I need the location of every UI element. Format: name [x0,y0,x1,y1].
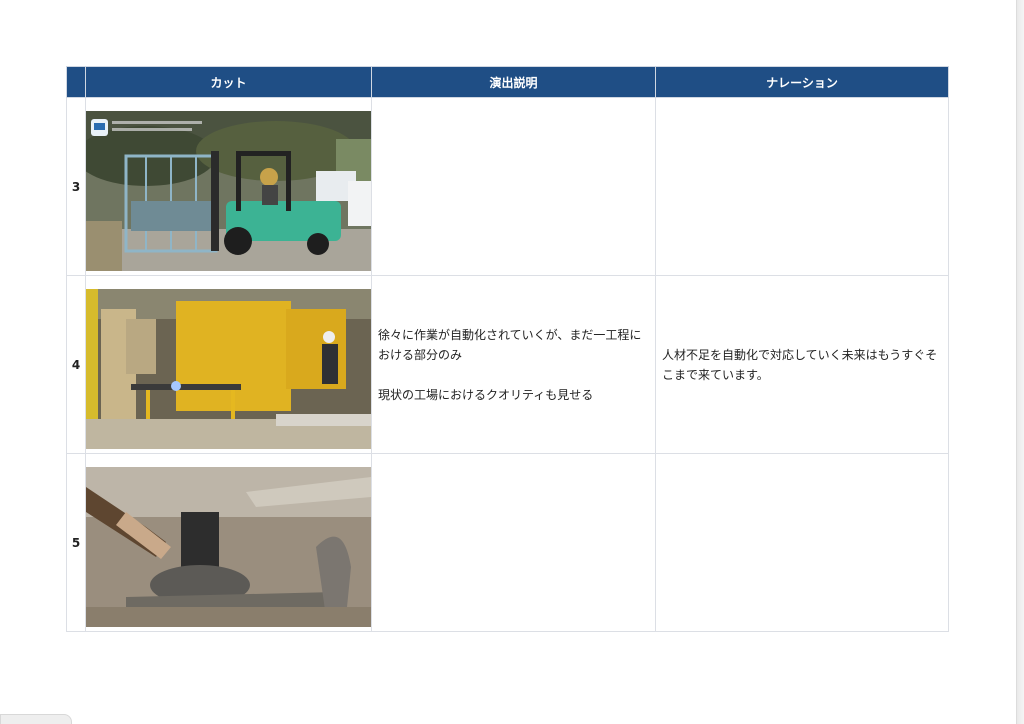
cut-cell [85,97,372,276]
page-tab [0,714,72,724]
narration-cell: 人材不足を自動化で対応していく未来はもうすぐそ こまで来ています。 [655,275,949,454]
header-narration: ナレーション [655,66,949,98]
description-blank-line [378,365,649,385]
narration-line: 人材不足を自動化で対応していく未来はもうすぐそ [662,347,938,362]
table-row: 3 [66,97,949,276]
forklift-photo [86,111,371,271]
description-cell [371,97,656,276]
description-cell [371,453,656,632]
header-number-cell [66,66,86,98]
scrollbar-edge [1016,0,1024,724]
row-number: 5 [66,453,86,632]
description-cell: 徐々に作業が自動化されていくが、まだ一工程に おける部分のみ 現状の工場における… [371,275,656,454]
description-line: 徐々に作業が自動化されていくが、まだ一工程に [378,327,642,342]
cut-cell [85,453,372,632]
description-line: おける部分のみ [378,347,463,362]
table-row: 5 [66,453,949,632]
storyboard-table: カット 演出説明 ナレーション 3 4 徐々に作業が自動化されていくが、まだ一工… [66,66,949,632]
row-number: 3 [66,97,86,276]
header-row: カット 演出説明 ナレーション [66,66,949,98]
cut-cell [85,275,372,454]
table-row: 4 徐々に作業が自動化されていくが、まだ一工程に おける部分のみ 現状の工場にお… [66,275,949,454]
row-number: 4 [66,275,86,454]
robot-welding-photo [86,289,371,449]
narration-line: こまで来ています。 [662,367,769,382]
document-page: カット 演出説明 ナレーション 3 4 徐々に作業が自動化されていくが、まだ一工… [0,0,1024,724]
narration-cell [655,97,949,276]
welding-closeup-photo [86,467,371,627]
description-line: 現状の工場におけるクオリティも見せる [378,387,594,402]
header-cut: カット [85,66,372,98]
header-description: 演出説明 [371,66,656,98]
narration-cell [655,453,949,632]
